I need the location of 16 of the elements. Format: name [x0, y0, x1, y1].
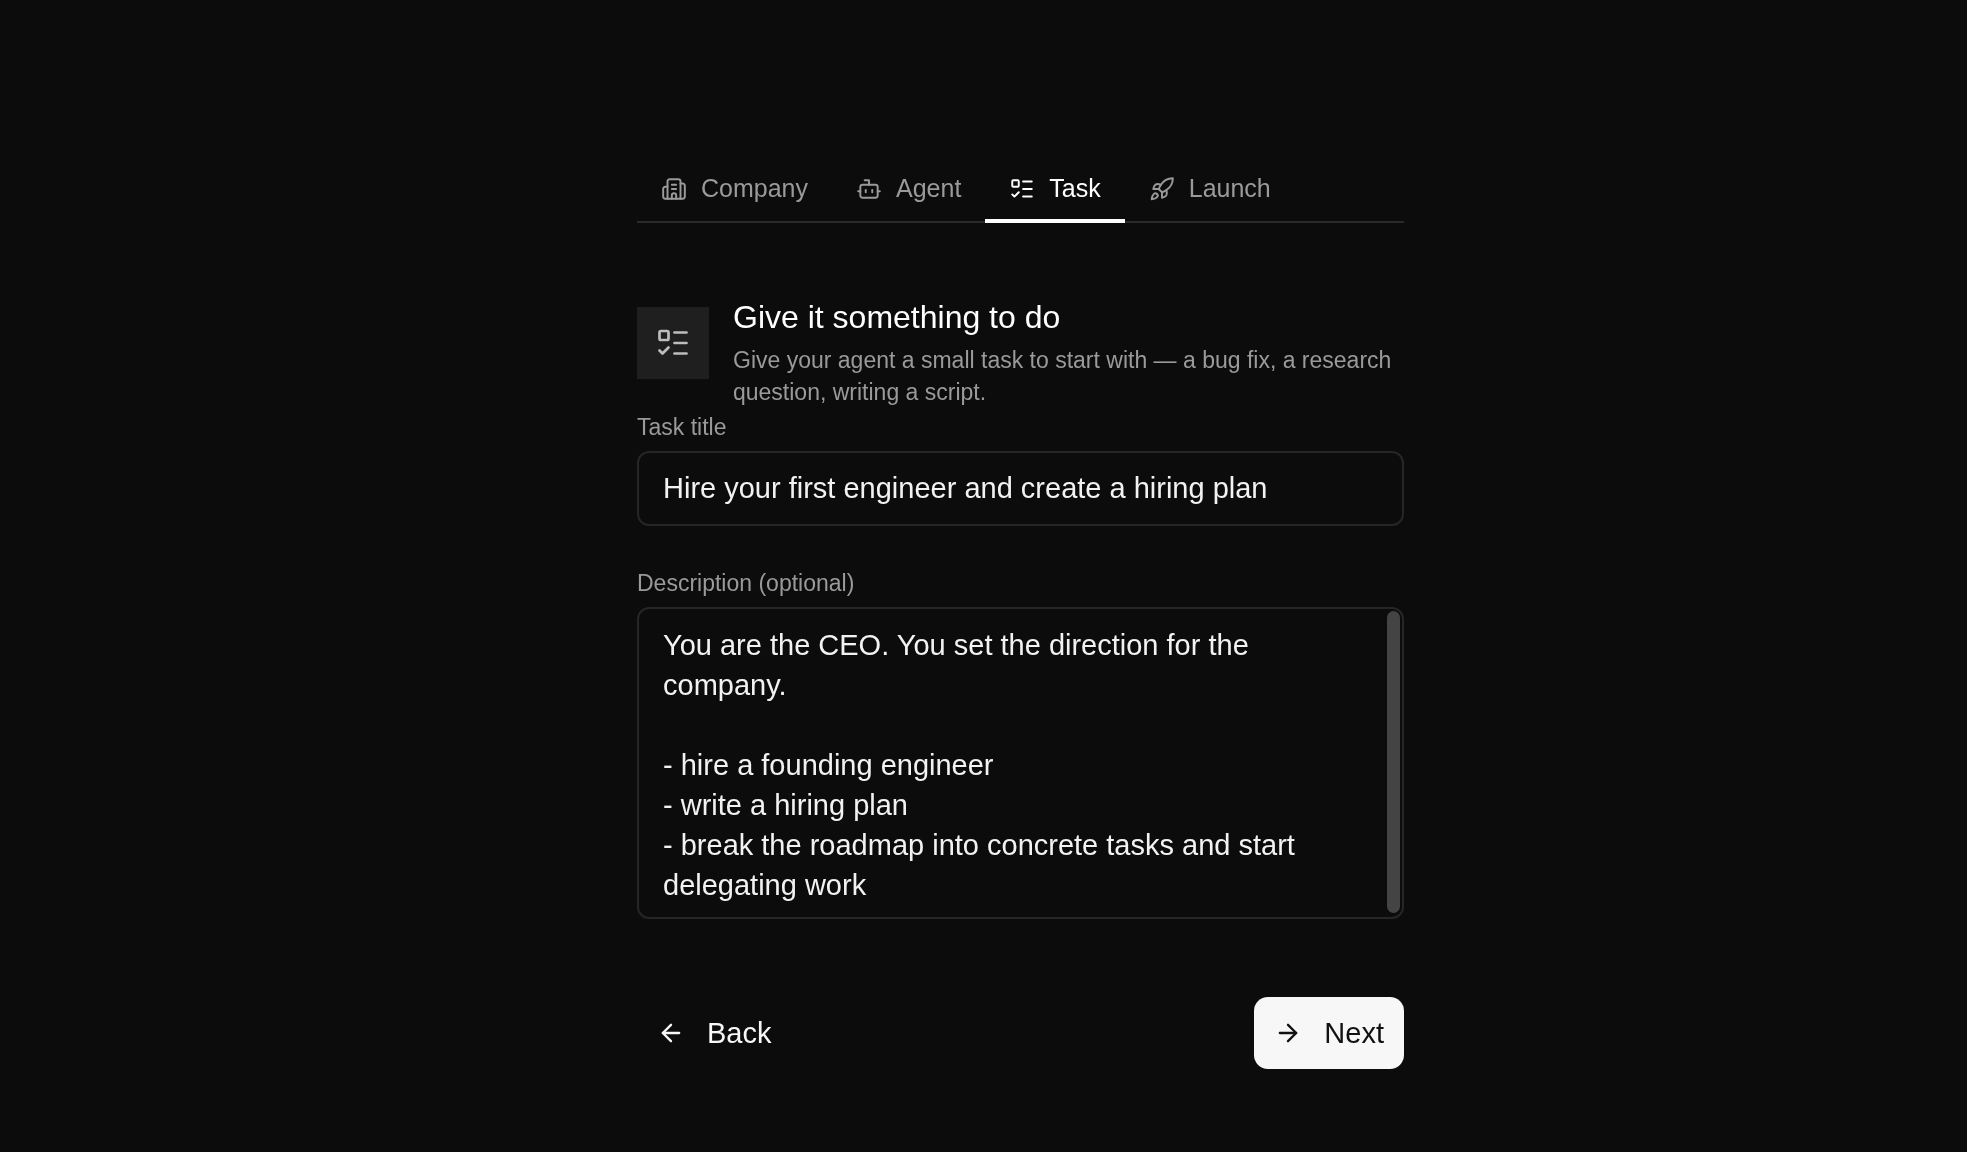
checklist-icon	[637, 307, 709, 379]
back-button[interactable]: Back	[637, 997, 792, 1069]
description-field[interactable]: You are the CEO. You set the direction for the company. - hire a founding engineer - write a hiring plan - break the roadmap into concrete tasks and start delegating work	[637, 607, 1404, 919]
section-title: Give it something to do	[733, 299, 1062, 336]
rocket-icon	[1148, 175, 1175, 202]
tab[interactable]: Company	[647, 160, 832, 223]
field-label: Task title	[637, 414, 728, 441]
section-subtitle: Give your agent a small task to start with — a bug fix, a research question, writing a script.	[733, 346, 1393, 407]
building-icon	[661, 175, 687, 202]
tab[interactable]: Task	[985, 160, 1125, 223]
tab[interactable]: Launch	[1124, 160, 1295, 223]
field-label: Description (optional)	[637, 570, 856, 597]
next-button[interactable]: Next	[1254, 997, 1404, 1069]
tab[interactable]: Agent	[832, 160, 986, 223]
scrollbar-thumb[interactable]	[1387, 611, 1400, 913]
task-title-field[interactable]: Hire your first engineer and create a hiring plan	[637, 451, 1404, 526]
